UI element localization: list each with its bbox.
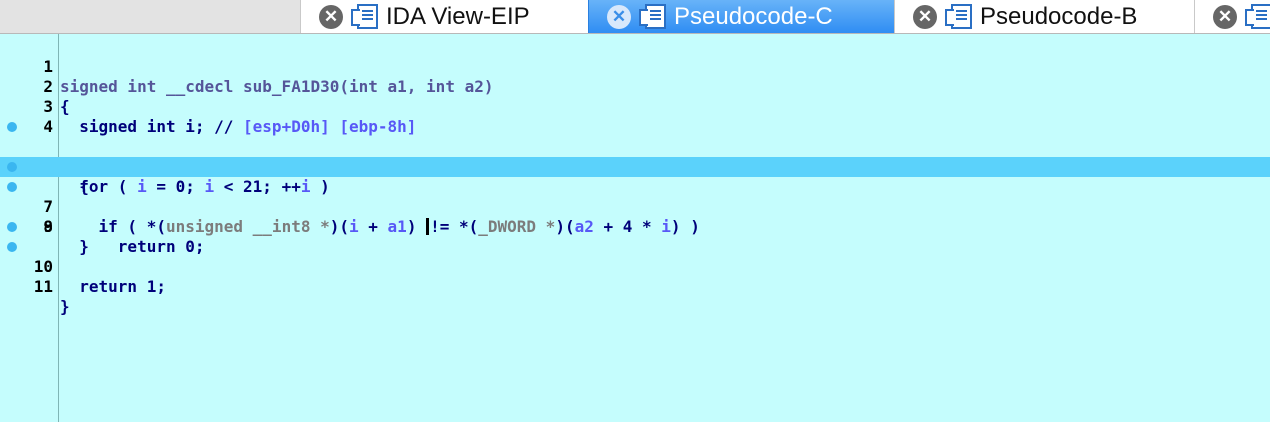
code-line[interactable]: 2 { [0, 57, 1270, 116]
close-circle-icon[interactable]: ✕ [607, 4, 631, 29]
code-line[interactable]: 4 [0, 97, 1270, 136]
code-line-highlighted[interactable]: 7 if ( *(unsigned __int8 *)(i + a1) != *… [0, 157, 1270, 236]
document-icon [351, 4, 378, 29]
tab-label: Pseudocode-B [980, 2, 1138, 30]
code-text: } [60, 297, 70, 317]
code-line[interactable]: 9 } [0, 197, 1270, 256]
pseudocode-editor[interactable]: 1 signed int __cdecl sub_FA1D30(int a1, … [0, 34, 1270, 422]
code-line[interactable]: 3 signed int i; // [esp+D0h] [ebp-8h] [0, 77, 1270, 136]
code-line[interactable]: 1 signed int __cdecl sub_FA1D30(int a1, … [0, 37, 1270, 96]
code-line[interactable]: 8 return 0; [0, 177, 1270, 256]
tab-pseudocode-b[interactable]: ✕ Pseudocode-B [894, 0, 1194, 33]
tab-ida-view-eip[interactable]: ✕ IDA View-EIP [300, 0, 588, 33]
tab-bar: ✕ IDA View-EIP ✕ Pseudocode-C ✕ Pseudoco… [0, 0, 1270, 34]
breakpoint-dot-icon[interactable] [7, 222, 17, 232]
code-token: return 1; [60, 277, 166, 296]
code-text: return 1; [60, 277, 166, 297]
close-circle-icon[interactable]: ✕ [1213, 4, 1237, 29]
line-number: 11 [33, 277, 53, 296]
tab-label: IDA View-EIP [386, 2, 530, 30]
close-circle-icon[interactable]: ✕ [319, 4, 343, 29]
breakpoint-dot-icon[interactable] [7, 162, 17, 172]
document-icon [945, 4, 972, 29]
document-icon [1245, 4, 1270, 29]
breakpoint-dot-icon[interactable] [7, 122, 17, 132]
code-token: } [60, 297, 70, 316]
code-line[interactable]: 6 { [0, 137, 1270, 196]
tab-overflow[interactable]: ✕ [1194, 0, 1270, 33]
close-circle-icon[interactable]: ✕ [913, 4, 937, 29]
breakpoint-dot-icon[interactable] [7, 182, 17, 192]
code-line[interactable]: 11 } [0, 237, 1270, 316]
code-line[interactable]: 5 for ( i = 0; i < 21; ++i ) [0, 117, 1270, 196]
breakpoint-dot-icon[interactable] [7, 242, 17, 252]
document-icon [639, 4, 666, 29]
tab-label: Pseudocode-C [674, 2, 833, 30]
code-line[interactable]: 10 return 1; [0, 217, 1270, 296]
tab-pseudocode-c[interactable]: ✕ Pseudocode-C [588, 0, 894, 33]
